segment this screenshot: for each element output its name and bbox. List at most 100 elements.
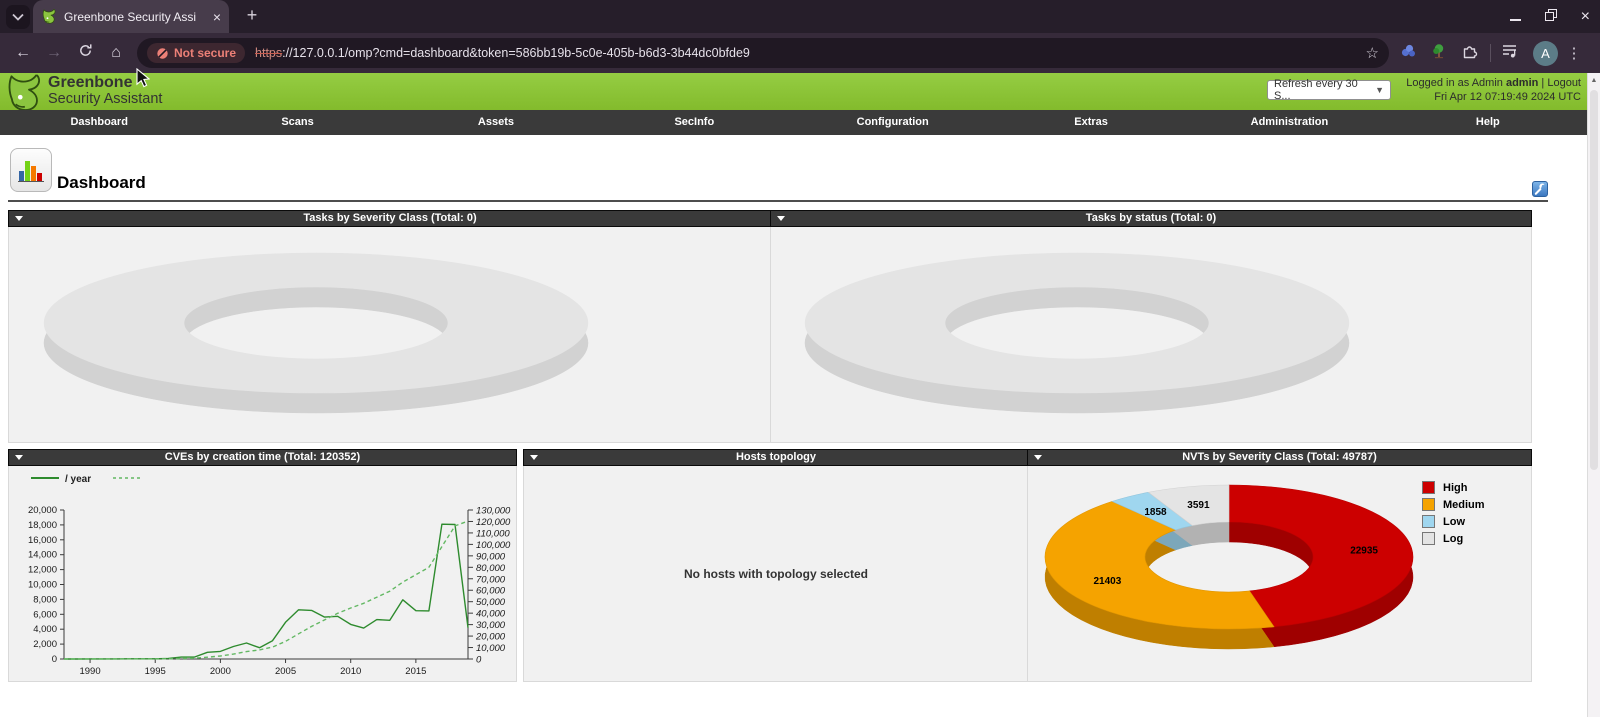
greenbone-logo bbox=[4, 74, 44, 112]
svg-text:8,000: 8,000 bbox=[33, 594, 57, 605]
logout-link[interactable]: Logout bbox=[1547, 77, 1581, 89]
svg-text:6,000: 6,000 bbox=[33, 609, 57, 620]
legend-row-low: Low bbox=[1422, 513, 1485, 530]
select-caret-icon: ▼ bbox=[1375, 85, 1384, 95]
svg-text:4,000: 4,000 bbox=[33, 624, 57, 635]
browser-menu-icon[interactable]: ⋮ bbox=[1566, 44, 1582, 62]
svg-text:22935: 22935 bbox=[1350, 545, 1378, 556]
not-secure-icon bbox=[157, 47, 168, 59]
svg-text:100,000: 100,000 bbox=[476, 540, 511, 551]
svg-text:120,000: 120,000 bbox=[476, 517, 511, 528]
menu-item-help[interactable]: Help bbox=[1389, 110, 1587, 135]
menu-item-scans[interactable]: Scans bbox=[198, 110, 396, 135]
window-close-button[interactable]: × bbox=[1581, 8, 1590, 25]
panel-menu-caret-icon[interactable] bbox=[15, 216, 23, 221]
menu-item-configuration[interactable]: Configuration bbox=[794, 110, 992, 135]
svg-text:1858: 1858 bbox=[1144, 507, 1167, 518]
cves-line-chart[interactable]: 0 2,000 4,000 6,000 8,000 10,000 12,000 14,000 1… bbox=[9, 466, 516, 680]
svg-text:0: 0 bbox=[52, 654, 57, 665]
menu-item-administration[interactable]: Administration bbox=[1190, 110, 1388, 135]
panel-tasks-by-status: Tasks by status (Total: 0) bbox=[770, 210, 1532, 443]
panel-menu-caret-icon[interactable] bbox=[15, 455, 23, 460]
legend-swatch-log bbox=[1422, 532, 1435, 545]
svg-text:2000: 2000 bbox=[210, 666, 231, 677]
panel-title-tasks-severity: Tasks by Severity Class (Total: 0) bbox=[303, 212, 477, 224]
window-restore-button[interactable] bbox=[1544, 8, 1557, 26]
menu-item-dashboard[interactable]: Dashboard bbox=[0, 110, 198, 135]
svg-text:16,000: 16,000 bbox=[28, 535, 57, 546]
panel-menu-caret-icon[interactable] bbox=[530, 455, 538, 460]
panel-body-nvts: 22935 21403 1858 3591 High Medium Low Lo… bbox=[1027, 466, 1532, 682]
svg-text:80,000: 80,000 bbox=[476, 563, 506, 574]
panel-menu-caret-icon[interactable] bbox=[1034, 455, 1042, 460]
back-button[interactable]: ← bbox=[10, 44, 36, 62]
svg-text:14,000: 14,000 bbox=[28, 550, 57, 561]
panel-title-hosts: Hosts topology bbox=[735, 451, 817, 463]
panel-header-tasks-severity[interactable]: Tasks by Severity Class (Total: 0) bbox=[8, 210, 772, 227]
forward-button[interactable]: → bbox=[41, 44, 67, 62]
panel-hosts-topology: Hosts topology No hosts with topology se… bbox=[523, 449, 1029, 682]
new-tab-button[interactable]: + bbox=[240, 4, 264, 28]
login-line: Logged in as Admin admin | Logout bbox=[1406, 77, 1581, 91]
panel-header-tasks-status[interactable]: Tasks by status (Total: 0) bbox=[770, 210, 1532, 227]
reload-button[interactable] bbox=[72, 43, 98, 63]
mouse-cursor bbox=[136, 68, 150, 88]
username: admin bbox=[1505, 77, 1539, 89]
legend-label-low[interactable]: Low bbox=[1443, 516, 1465, 528]
tab-search-button[interactable] bbox=[6, 5, 30, 29]
panel-header-hosts[interactable]: Hosts topology bbox=[523, 449, 1029, 466]
panel-nvts: NVTs by Severity Class (Total: 49787) 22… bbox=[1027, 449, 1532, 682]
svg-text:60,000: 60,000 bbox=[476, 586, 506, 597]
scrollbar-thumb[interactable] bbox=[1590, 90, 1598, 470]
menu-item-secinfo[interactable]: SecInfo bbox=[595, 110, 793, 135]
media-controls-icon[interactable] bbox=[1498, 43, 1522, 64]
svg-text:2010: 2010 bbox=[340, 666, 361, 677]
not-secure-badge[interactable]: Not secure bbox=[147, 43, 246, 63]
window-minimize-button[interactable] bbox=[1509, 8, 1521, 26]
tab-close-icon[interactable]: × bbox=[213, 9, 221, 25]
extension-blue-icon[interactable] bbox=[1396, 43, 1420, 64]
panel-header-cves[interactable]: CVEs by creation time (Total: 120352) bbox=[8, 449, 517, 466]
menu-item-extras[interactable]: Extras bbox=[992, 110, 1190, 135]
svg-text:10,000: 10,000 bbox=[28, 580, 57, 591]
panel-body-cves: 0 2,000 4,000 6,000 8,000 10,000 12,000 14,000 1… bbox=[8, 466, 517, 682]
legend-row-log: Log bbox=[1422, 530, 1485, 547]
extension-tree-icon[interactable] bbox=[1427, 43, 1451, 64]
tasks-severity-donut-chart[interactable] bbox=[9, 227, 771, 441]
login-separator: | bbox=[1541, 77, 1545, 89]
edit-dashboard-button[interactable] bbox=[1532, 181, 1548, 197]
svg-text:2015: 2015 bbox=[405, 666, 426, 677]
panel-body-tasks-severity bbox=[8, 227, 772, 443]
wrench-icon bbox=[1534, 183, 1545, 195]
svg-text:20,000: 20,000 bbox=[28, 505, 57, 516]
browser-tab-greenbone[interactable]: Greenbone Security Assi × bbox=[33, 0, 229, 33]
legend-label-log[interactable]: Log bbox=[1443, 533, 1463, 545]
tasks-status-donut-chart[interactable] bbox=[771, 227, 1531, 441]
url-bar[interactable]: Not secure https://127.0.0.1/omp?cmd=das… bbox=[137, 38, 1389, 68]
legend-row-high: High bbox=[1422, 479, 1485, 496]
extensions-puzzle-icon[interactable] bbox=[1458, 43, 1482, 64]
main-menu: Dashboard Scans Assets SecInfo Configura… bbox=[0, 110, 1587, 137]
screen: Greenbone Security Assi × + × ← → ⌂ Not … bbox=[0, 0, 1600, 717]
home-button[interactable]: ⌂ bbox=[103, 44, 129, 62]
menu-item-assets[interactable]: Assets bbox=[397, 110, 595, 135]
scrollbar-up-arrow-icon[interactable]: ▲ bbox=[1588, 77, 1600, 84]
page-scrollbar[interactable]: ▲ bbox=[1587, 73, 1600, 717]
panel-menu-caret-icon[interactable] bbox=[777, 216, 785, 221]
profile-avatar[interactable]: A bbox=[1533, 40, 1558, 66]
tab-favicon-icon bbox=[41, 9, 57, 24]
svg-text:90,000: 90,000 bbox=[476, 551, 506, 562]
panel-header-nvts[interactable]: NVTs by Severity Class (Total: 49787) bbox=[1027, 449, 1532, 466]
svg-text:20,000: 20,000 bbox=[475, 632, 506, 643]
refresh-select[interactable]: Refresh every 30 S... ▼ bbox=[1267, 78, 1391, 102]
reload-icon bbox=[79, 44, 91, 56]
svg-text:1990: 1990 bbox=[79, 666, 100, 677]
legend-label-medium[interactable]: Medium bbox=[1443, 499, 1485, 511]
svg-text:70,000: 70,000 bbox=[476, 574, 506, 585]
legend-label-high[interactable]: High bbox=[1443, 482, 1467, 494]
svg-text:10,000: 10,000 bbox=[476, 643, 506, 654]
panel-title-nvts: NVTs by Severity Class (Total: 49787) bbox=[1182, 451, 1377, 463]
svg-text:2005: 2005 bbox=[275, 666, 296, 677]
browser-tab-bar: Greenbone Security Assi × + × bbox=[0, 0, 1600, 33]
bookmark-star-icon[interactable]: ☆ bbox=[1366, 44, 1379, 62]
